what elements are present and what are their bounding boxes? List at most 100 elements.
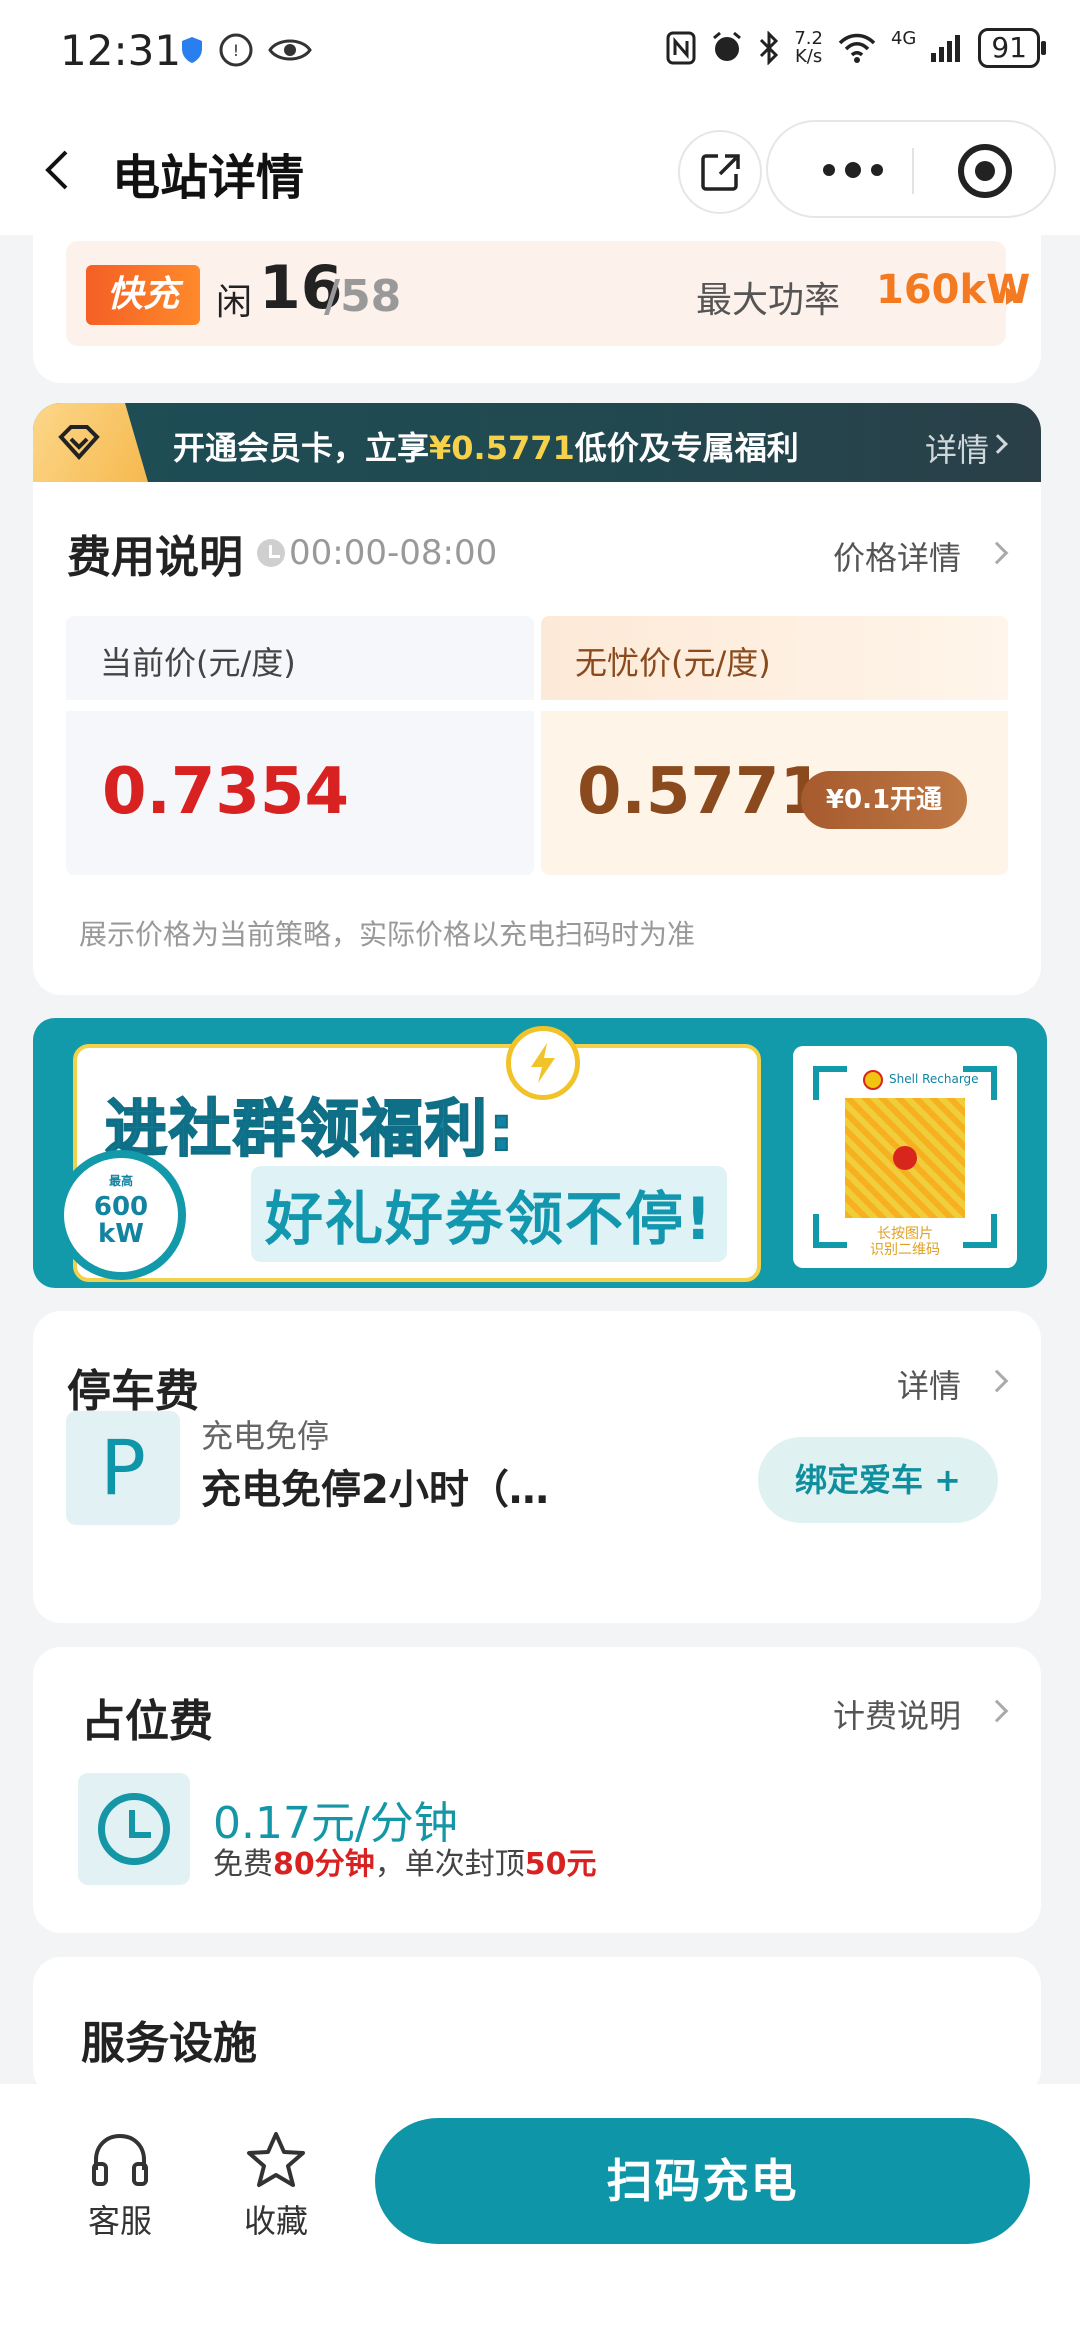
- chevron-right-icon: [985, 1369, 1009, 1393]
- clock-icon: [98, 1793, 170, 1865]
- banner-title-line2: 好礼好券领不停!: [251, 1166, 728, 1262]
- notification-icon: !: [219, 33, 253, 67]
- occupancy-note-mid: ，单次封顶: [374, 1847, 525, 1882]
- headset-icon: [92, 2133, 148, 2186]
- fee-card: 开通会员卡，立享¥0.5771低价及专属福利 详情 费用说明 00:00-08:…: [33, 403, 1041, 995]
- parking-main-text: 充电免停2小时（…: [201, 1467, 549, 1513]
- occupancy-icon: [78, 1773, 190, 1885]
- eye-icon: [268, 39, 312, 61]
- network-type: 4G: [890, 27, 917, 49]
- idle-label: 闲: [216, 282, 253, 323]
- member-promo-text: 开通会员卡，立享¥0.5771低价及专属福利: [173, 423, 799, 469]
- status-left-icons: !: [180, 32, 312, 68]
- status-time: 12:31: [60, 26, 182, 75]
- status-right-icons: 7.2 K/s 4G 91: [666, 27, 1046, 68]
- vip-open-button[interactable]: ¥0.1开通: [801, 771, 967, 829]
- occupancy-note-prefix: 免费: [213, 1847, 273, 1882]
- charger-availability-card: 快充 闲 16 /58 最大功率 160kW: [33, 235, 1041, 383]
- shell-logo-icon: [863, 1070, 883, 1090]
- qr-caption-line1: 长按图片: [877, 1226, 933, 1242]
- banner-title-line1: 进社群领福利:: [104, 1091, 516, 1166]
- nav-bar: 电站详情: [0, 110, 1080, 235]
- occupancy-cap: 50元: [524, 1847, 597, 1882]
- current-price-label: 当前价(元/度): [100, 644, 296, 682]
- diamond-icon: [58, 425, 100, 460]
- qr-image: [845, 1098, 965, 1218]
- vip-price-value: 0.5771: [577, 755, 824, 829]
- member-text-prefix: 开通会员卡，立享: [173, 429, 430, 467]
- power-badge: 最高 600 kW: [56, 1150, 186, 1280]
- qr-corner: [813, 1066, 847, 1100]
- parking-card: 停车费 详情 P 充电免停 充电免停2小时（… 绑定爱车 +: [33, 1311, 1041, 1623]
- vip-price-header: 无忧价(元/度): [541, 616, 1008, 700]
- nfc-icon: [666, 31, 696, 65]
- occupancy-title: 占位费: [81, 1696, 213, 1747]
- total-count: /58: [324, 271, 402, 322]
- parking-icon: P: [66, 1411, 180, 1525]
- signal-icon: [931, 35, 961, 62]
- member-text-suffix: 低价及专属福利: [574, 429, 799, 467]
- scan-charge-button[interactable]: 扫码充电: [375, 2118, 1030, 2244]
- wifi-icon: [838, 33, 876, 63]
- close-miniprogram-icon[interactable]: [958, 144, 1012, 198]
- power-badge-value: 600: [93, 1192, 149, 1222]
- chevron-right-icon: [985, 541, 1009, 565]
- customer-service-button[interactable]: 客服: [70, 2130, 170, 2242]
- free-minutes: 80分钟: [273, 1847, 375, 1882]
- favorite-button[interactable]: 收藏: [226, 2130, 326, 2242]
- fee-time-range: 00:00-08:00: [289, 533, 498, 573]
- occupancy-note: 免费80分钟，单次封顶50元: [213, 1839, 597, 1883]
- services-title: 服务设施: [81, 2018, 257, 2069]
- svg-text:!: !: [233, 41, 239, 60]
- power-badge-unit: kW: [98, 1219, 144, 1249]
- lightning-icon: [506, 1026, 580, 1100]
- bluetooth-icon: [760, 31, 779, 65]
- parking-subtitle: 充电免停: [201, 1417, 330, 1455]
- net-speed: 7.2 K/s: [794, 30, 823, 66]
- parking-title: 停车费: [67, 1366, 199, 1417]
- fee-title: 费用说明: [67, 532, 243, 583]
- current-price-box: 0.7354: [66, 711, 534, 875]
- capsule-divider: [912, 148, 914, 194]
- alarm-icon: [713, 31, 742, 61]
- power-badge-top: 最高: [108, 1174, 133, 1188]
- member-price-highlight: ¥0.5771: [429, 429, 575, 467]
- customer-service-label: 客服: [87, 2202, 152, 2240]
- current-price-value: 0.7354: [102, 755, 349, 829]
- vip-price-box: 0.5771 ¥0.1开通: [541, 711, 1008, 875]
- max-power-label: 最大功率: [696, 280, 841, 321]
- chevron-right-icon: [985, 1699, 1009, 1723]
- billing-info-link[interactable]: 计费说明: [833, 1691, 961, 1737]
- qr-caption: 长按图片 识别二维码: [793, 1226, 1017, 1258]
- fast-charge-badge: 快充: [86, 265, 200, 325]
- back-arrow-icon[interactable]: [30, 140, 90, 200]
- more-icon[interactable]: [808, 152, 898, 188]
- price-detail-link[interactable]: 价格详情: [833, 533, 961, 579]
- clock-icon: [257, 539, 285, 567]
- mini-program-capsule: [766, 120, 1056, 218]
- shield-icon: [182, 37, 202, 63]
- qr-corner: [963, 1066, 997, 1100]
- share-button[interactable]: [678, 130, 762, 214]
- status-bar: 12:31 ! 7.2 K/s 4G 91: [0, 0, 1080, 110]
- net-speed-unit: K/s: [795, 46, 823, 67]
- expand-arrow-icon[interactable]: [1006, 287, 1020, 305]
- vip-price-label: 无忧价(元/度): [575, 644, 771, 682]
- member-detail-link[interactable]: 详情: [925, 425, 989, 471]
- qr-code[interactable]: Shell Recharge 长按图片 识别二维码: [793, 1046, 1017, 1268]
- page-title: 电站详情: [112, 150, 305, 206]
- current-price-header: 当前价(元/度): [66, 616, 534, 700]
- qr-caption-line2: 识别二维码: [870, 1242, 940, 1258]
- bind-car-button[interactable]: 绑定爱车 +: [758, 1437, 998, 1523]
- favorite-label: 收藏: [243, 2202, 308, 2240]
- fast-charge-row: 快充 闲 16 /58 最大功率 160kW: [66, 241, 1030, 346]
- star-icon: [247, 2132, 305, 2187]
- chevron-right-icon: [988, 434, 1008, 454]
- parking-detail-link[interactable]: 详情: [897, 1361, 961, 1407]
- member-icon-bg: [33, 403, 148, 482]
- share-icon: [701, 154, 740, 191]
- bottom-action-bar: 客服 收藏 扫码充电: [0, 2084, 1080, 2340]
- services-card: 服务设施: [33, 1957, 1041, 2097]
- member-card-banner[interactable]: 开通会员卡，立享¥0.5771低价及专属福利 详情: [33, 403, 1041, 482]
- occupancy-fee-card: 占位费 计费说明 0.17元/分钟 免费80分钟，单次封顶50元: [33, 1647, 1041, 1933]
